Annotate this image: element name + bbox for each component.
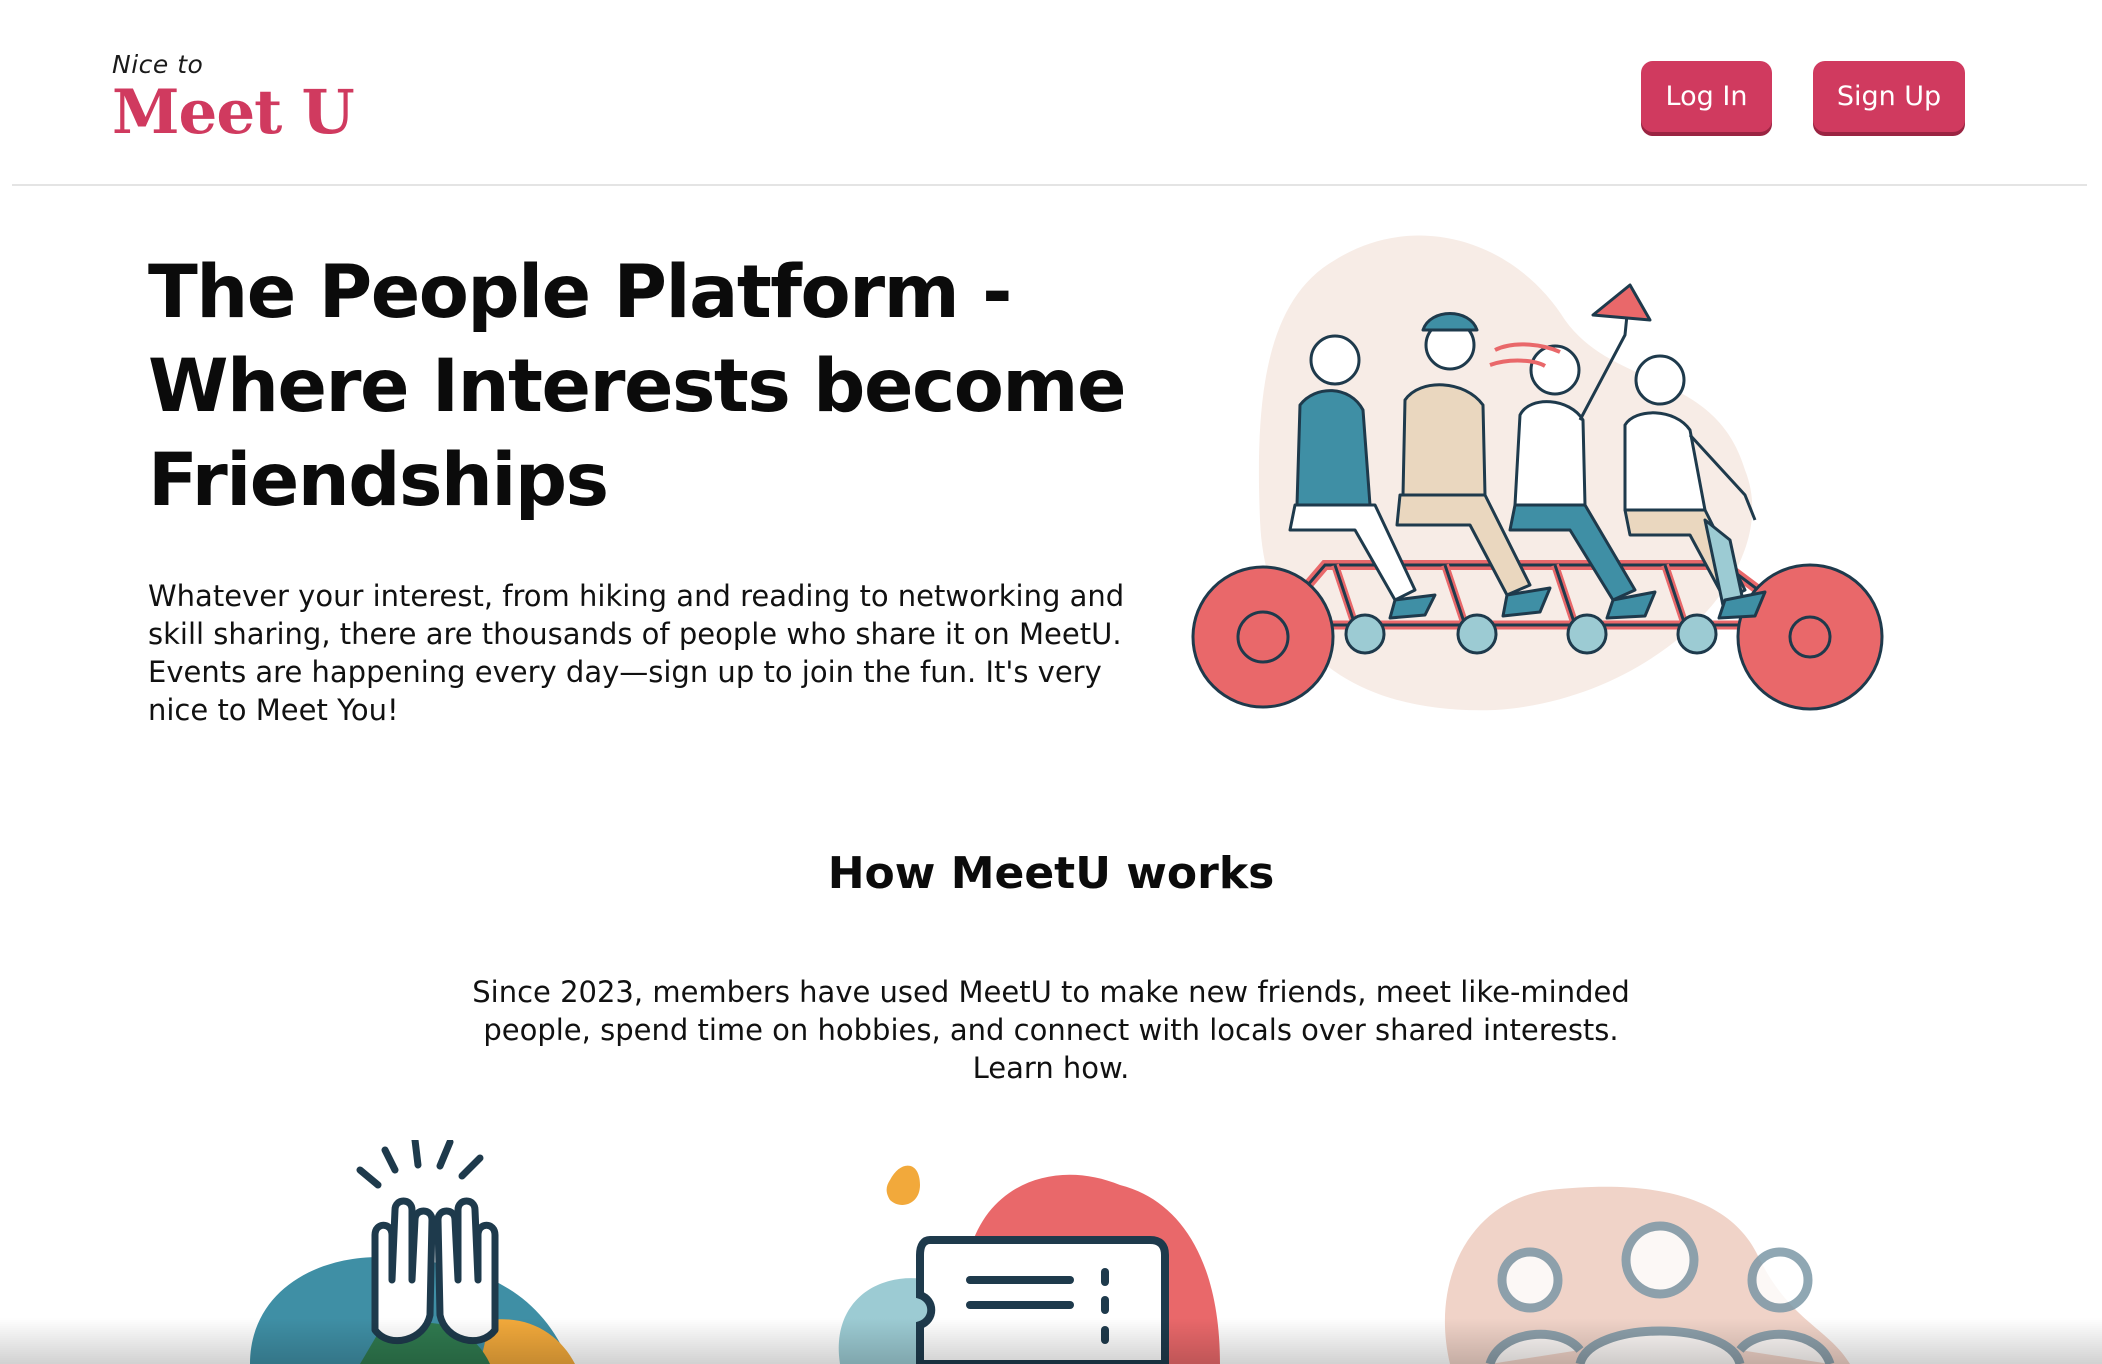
flag [1591, 283, 1652, 322]
logo-tagline: Nice to [112, 50, 204, 79]
signup-button[interactable]: Sign Up [1813, 61, 1965, 132]
hero-title: The People Platform - Where Interests be… [148, 246, 1188, 528]
tandem-bicycle-illustration [1191, 235, 1884, 711]
login-button[interactable]: Log In [1641, 61, 1772, 132]
group-people-icon [1444, 1186, 1850, 1364]
hero-title-line: The People Platform - [148, 250, 1012, 335]
header-divider [12, 184, 2087, 186]
high-five-hands-icon [250, 1140, 575, 1364]
front-wheel [1191, 565, 1335, 709]
site-logo[interactable]: Nice to Meet U [112, 50, 355, 148]
rear-wheel [1736, 563, 1884, 711]
how-it-works-title: How MeetU works [827, 848, 1275, 899]
site-header: Nice to Meet U Log In Sign Up [0, 0, 2102, 186]
logo-wordmark: Meet U [112, 77, 355, 148]
ticket-icon [838, 1165, 1220, 1364]
how-it-works-description: Since 2023, members have used MeetU to m… [472, 975, 1630, 1085]
hero-title-line: Where Interests become [148, 344, 1126, 429]
hero-title-line: Friendships [148, 438, 609, 523]
hero-description: Whatever your interest, from hiking and … [148, 579, 1125, 727]
